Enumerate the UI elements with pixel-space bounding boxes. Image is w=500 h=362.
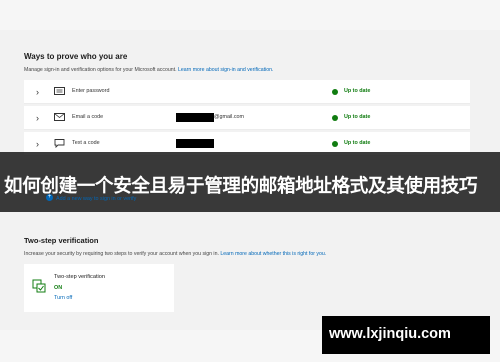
plus-icon[interactable]: + (46, 194, 53, 201)
email-value: @gmail.com (214, 114, 245, 120)
method-label: Enter password (72, 88, 110, 94)
method-label: Text a code (72, 140, 100, 146)
check-icon (332, 89, 338, 95)
check-icon (332, 141, 338, 147)
page: Ways to prove who you are Manage sign-in… (0, 0, 500, 362)
check-icon (332, 115, 338, 121)
chevron-right-icon[interactable]: › (36, 113, 39, 123)
chevron-right-icon[interactable]: › (36, 139, 39, 149)
turn-off-link[interactable]: Turn off (54, 295, 72, 301)
two-step-card-title: Two-step verification (54, 274, 105, 280)
two-step-description-text: Increase your security by requiring two … (24, 251, 221, 257)
overlay-banner-text: 如何创建一个安全且易于管理的邮箱地址格式及其使用技巧 (4, 175, 478, 196)
section-subtitle: Manage sign-in and verification options … (24, 67, 273, 73)
two-step-description: Increase your security by requiring two … (24, 251, 326, 257)
section-title: Ways to prove who you are (24, 52, 128, 61)
method-label: Email a code (72, 114, 104, 120)
two-step-state: ON (54, 285, 63, 291)
redacted-block (176, 113, 214, 122)
two-step-title: Two-step verification (24, 236, 99, 245)
two-step-learn-more-link[interactable]: Learn more about whether this is right f… (220, 251, 326, 257)
method-row-email[interactable]: › Email a code @gmail.com Up to date (24, 106, 470, 130)
chat-icon (54, 139, 65, 148)
chevron-right-icon[interactable]: › (36, 87, 39, 97)
shield-check-icon (32, 279, 46, 293)
keyboard-icon (54, 87, 65, 95)
add-method-link[interactable]: Add a new way to sign in or verify (56, 196, 136, 202)
section-subtitle-text: Manage sign-in and verification options … (24, 67, 178, 73)
status-text: Up to date (344, 88, 371, 94)
redacted-block (176, 139, 214, 148)
status-text: Up to date (344, 114, 371, 120)
learn-more-link[interactable]: Learn more about sign-in and verificatio… (178, 67, 273, 73)
mail-icon (54, 113, 65, 121)
status-text: Up to date (344, 140, 371, 146)
method-row-password[interactable]: › Enter password Up to date (24, 80, 470, 104)
watermark-text: www.lxjinqiu.com (329, 326, 451, 342)
two-step-card: Two-step verification ON Turn off (24, 264, 174, 312)
